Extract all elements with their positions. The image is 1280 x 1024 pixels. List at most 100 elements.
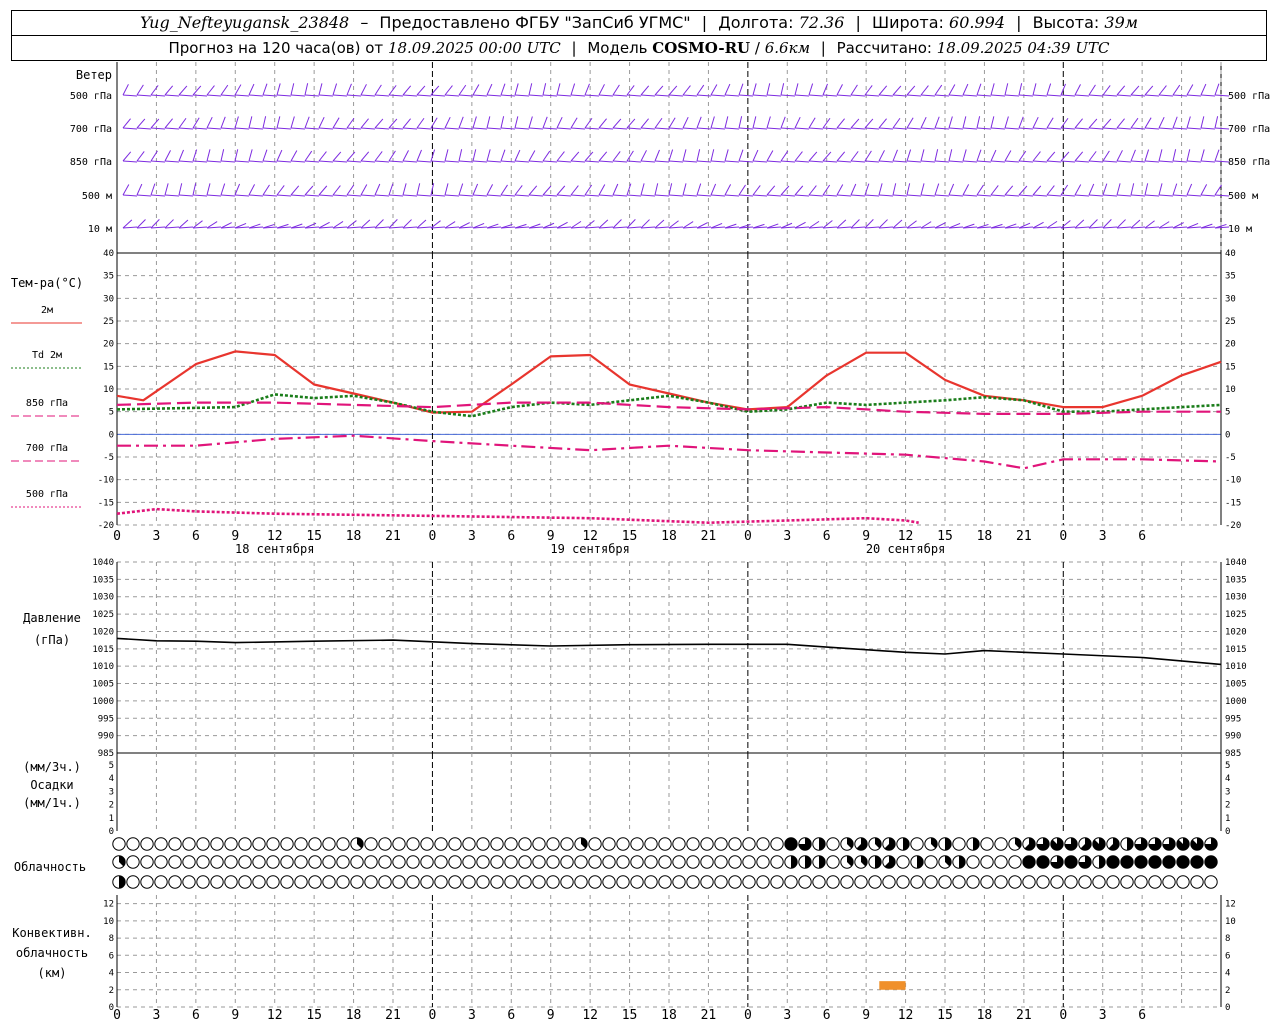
wind-barb bbox=[752, 149, 759, 162]
wind-barb bbox=[1130, 85, 1140, 96]
wind-barb bbox=[640, 118, 649, 129]
wind-barb-shaft bbox=[234, 194, 250, 197]
wind-barb bbox=[626, 118, 636, 129]
wind-barb bbox=[164, 183, 169, 196]
pressure-y-tick-right: 990 bbox=[1225, 732, 1241, 742]
wind-barb bbox=[1130, 117, 1139, 129]
wind-barb-shaft bbox=[360, 127, 376, 130]
temp-y-tick-left: -5 bbox=[103, 453, 114, 463]
wind-barb-shaft bbox=[346, 194, 362, 197]
wind-barb bbox=[934, 183, 940, 196]
wind-barb-shaft bbox=[486, 94, 502, 97]
wind-barb bbox=[416, 117, 425, 129]
wind-barb-shaft bbox=[878, 226, 894, 229]
wind-barb bbox=[584, 83, 590, 96]
cloud-symbol bbox=[602, 855, 616, 869]
wind-barb-shaft bbox=[136, 160, 152, 163]
temp-legend-label: Td 2м bbox=[32, 350, 62, 361]
wind-barb-shaft bbox=[458, 127, 474, 130]
cloud-symbol bbox=[966, 875, 980, 889]
cloud-symbol-fill bbox=[1064, 855, 1078, 869]
wind-barb bbox=[906, 149, 912, 162]
wind-barb bbox=[1060, 117, 1069, 129]
wind-barb bbox=[1158, 149, 1163, 162]
wind-barb bbox=[290, 150, 298, 162]
wind-barb bbox=[1074, 219, 1085, 229]
precip-y-tick-left: 0 bbox=[109, 827, 114, 837]
cloud-symbol bbox=[532, 837, 546, 851]
wind-barb-shaft bbox=[192, 127, 208, 130]
cloud-symbol bbox=[854, 875, 868, 889]
wind-barb-shaft bbox=[1060, 94, 1076, 97]
cloud-symbol bbox=[434, 837, 448, 851]
wind-barb bbox=[1004, 185, 1014, 196]
cloud-symbol bbox=[784, 875, 798, 889]
wind-title: Ветер bbox=[76, 68, 112, 82]
wind-barb bbox=[542, 116, 548, 129]
cloud-symbol bbox=[182, 875, 196, 889]
cloud-symbol bbox=[196, 855, 210, 869]
cloud-symbol bbox=[616, 855, 630, 869]
wind-barb bbox=[836, 118, 845, 129]
wind-barb bbox=[542, 150, 551, 162]
wind-barb bbox=[150, 85, 159, 96]
wind-barb-shaft bbox=[822, 94, 838, 97]
wind-barb-shaft bbox=[850, 194, 866, 197]
cloud-symbol bbox=[756, 837, 770, 851]
wind-barb bbox=[598, 184, 606, 196]
cloud-symbol bbox=[392, 855, 406, 869]
cloud-symbol bbox=[756, 875, 770, 889]
wind-barb bbox=[430, 117, 438, 129]
cloud-symbol-fill bbox=[819, 837, 826, 851]
cloud-symbol bbox=[336, 875, 350, 889]
cloud-symbol bbox=[616, 837, 630, 851]
wind-barb bbox=[248, 83, 255, 96]
wind-barb-shaft bbox=[164, 194, 180, 197]
wind-barb-shaft bbox=[1102, 194, 1118, 197]
temp-x-tick-label: 0 bbox=[1059, 529, 1067, 544]
temp-x-tick-label: 3 bbox=[1099, 529, 1107, 544]
wind-barb-shaft bbox=[1214, 127, 1230, 130]
wind-barb bbox=[346, 184, 355, 196]
wind-barb-shaft bbox=[514, 194, 530, 197]
wind-barb bbox=[1018, 185, 1028, 196]
wind-barb bbox=[920, 149, 925, 162]
wind-barb bbox=[374, 151, 383, 162]
wind-barb bbox=[416, 183, 421, 196]
pressure-y-tick-left: 1030 bbox=[92, 593, 114, 603]
wind-barb bbox=[416, 219, 427, 229]
wind-barb-shaft bbox=[976, 127, 992, 130]
cloud-symbol bbox=[644, 837, 658, 851]
cloud-symbol bbox=[238, 855, 252, 869]
precip-y-tick-right: 2 bbox=[1225, 801, 1230, 811]
wind-barb-shaft bbox=[654, 94, 670, 97]
conv-y-tick-right: 12 bbox=[1225, 900, 1236, 910]
wind-barb bbox=[668, 220, 679, 229]
temp-x-tick-label: 0 bbox=[744, 529, 752, 544]
wind-barb-shaft bbox=[808, 160, 824, 163]
wind-barb bbox=[290, 116, 295, 129]
wind-barb bbox=[1088, 84, 1096, 96]
wind-barb-shaft bbox=[206, 160, 222, 163]
conv-x-tick-label: 3 bbox=[783, 1008, 791, 1023]
wind-barb bbox=[1144, 85, 1154, 96]
wind-barb bbox=[360, 118, 369, 129]
wind-barb bbox=[402, 219, 412, 229]
wind-barb-shaft bbox=[822, 194, 838, 197]
temp-x-tick-label: 18 bbox=[346, 529, 362, 544]
temp-legend-label: 700 гПа bbox=[26, 443, 68, 454]
wind-barb-shaft bbox=[612, 194, 628, 197]
wind-barb bbox=[836, 84, 843, 96]
wind-barb-shaft bbox=[1032, 160, 1048, 163]
wind-barb bbox=[1144, 149, 1150, 162]
wind-barb-shaft bbox=[584, 94, 600, 97]
cloud-symbol-fill bbox=[1204, 855, 1218, 869]
wind-barb-shaft bbox=[724, 94, 740, 97]
wind-barb-shaft bbox=[528, 160, 544, 163]
wind-barb-shaft bbox=[1060, 194, 1076, 197]
wind-barb-shaft bbox=[990, 127, 1006, 130]
wind-barb-shaft bbox=[612, 160, 628, 163]
wind-barb bbox=[206, 85, 215, 96]
wind-barb-shaft bbox=[934, 94, 950, 97]
wind-barb bbox=[528, 83, 533, 96]
